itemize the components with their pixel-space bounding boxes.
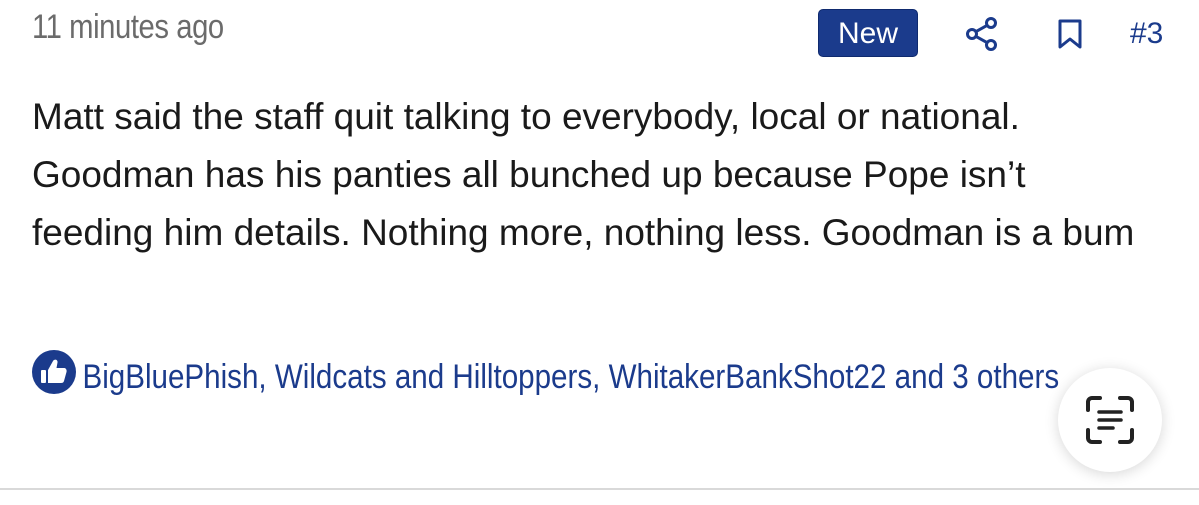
share-button[interactable] — [960, 12, 1004, 56]
post-body: Matt said the staff quit talking to ever… — [32, 96, 1135, 253]
reactions-text[interactable]: BigBluePhish, Wildcats and Hilltoppers, … — [32, 346, 1093, 408]
scan-text-button[interactable] — [1058, 368, 1162, 472]
next-post-area — [0, 490, 1199, 505]
new-badge: New — [818, 9, 918, 57]
bookmark-icon — [1058, 19, 1082, 49]
bookmark-button[interactable] — [1050, 12, 1090, 56]
scan-text-icon — [1086, 396, 1134, 444]
share-icon — [966, 17, 997, 51]
forum-post: 11 minutes ago New #3 Matt said the staf… — [0, 0, 1199, 488]
post-number-link[interactable]: #3 — [1130, 12, 1163, 56]
post-timestamp[interactable]: 11 minutes ago — [32, 8, 224, 47]
